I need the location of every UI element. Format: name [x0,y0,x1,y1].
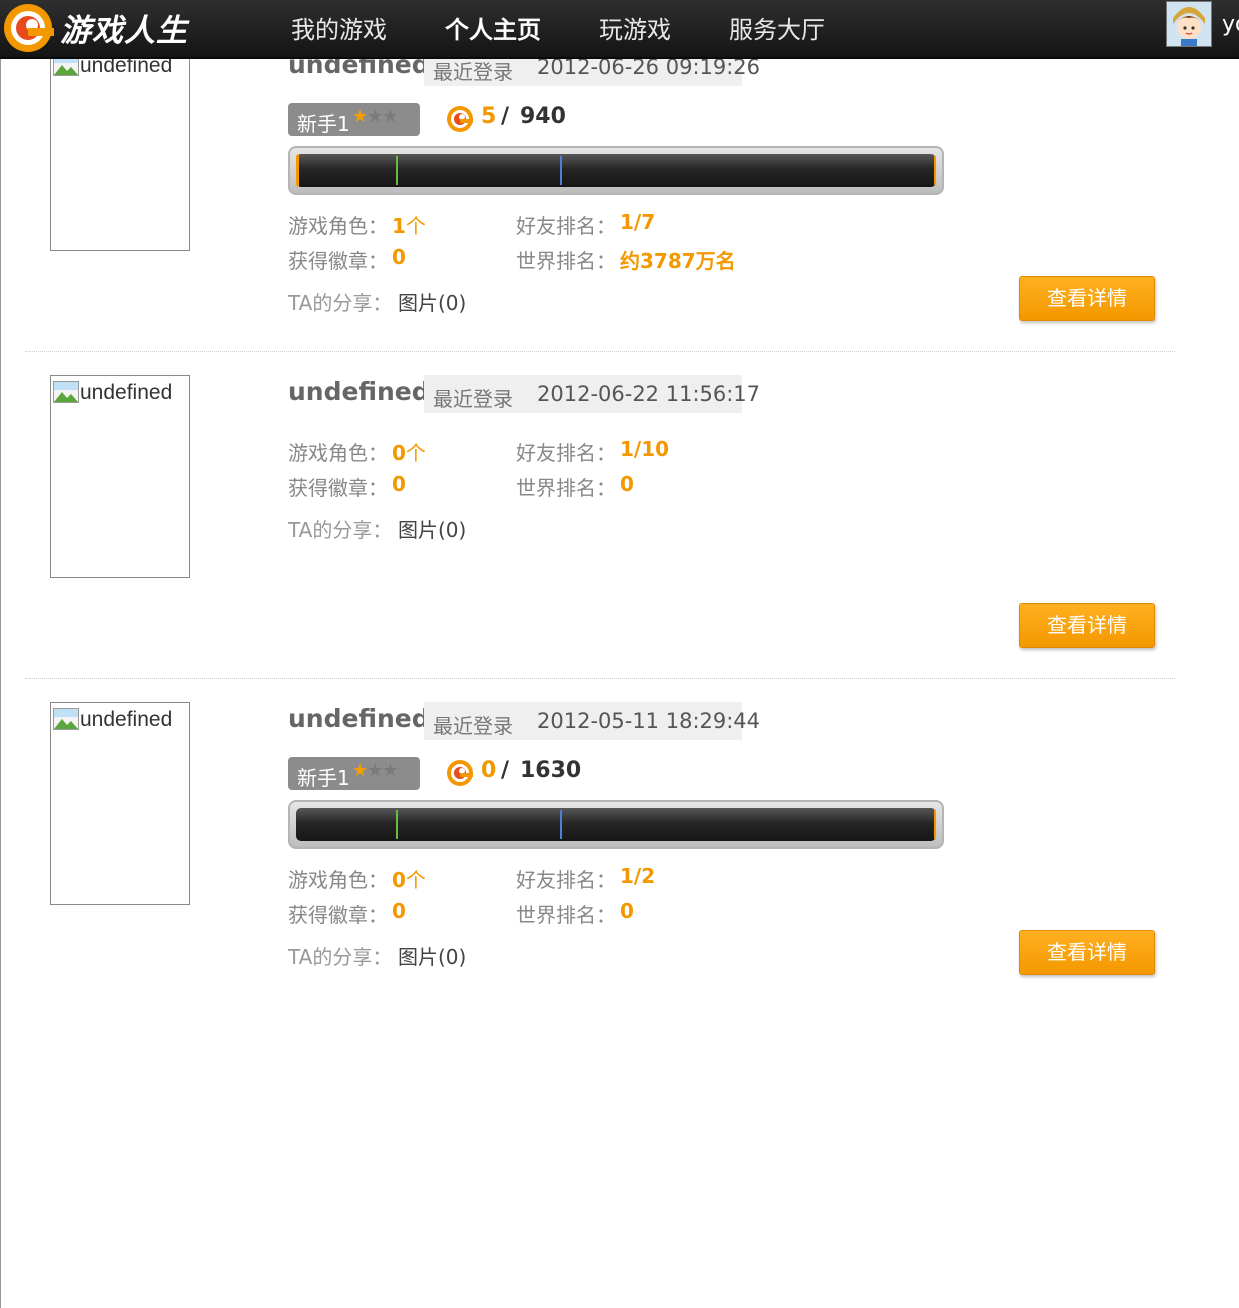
share-link[interactable]: 图片(0) [398,514,466,543]
nav-profile[interactable]: 个人主页 [445,10,541,45]
score-total: 940 [520,104,566,129]
view-details-button[interactable]: 查看详情 [1019,276,1155,321]
progress-track [296,808,936,841]
roles-label: 游戏角色： [288,441,388,465]
world-rank-label: 世界排名： [516,249,616,273]
share-label: TA的分享： [288,291,393,315]
item-divider [25,678,1175,679]
last-login-time: 2012-05-11 18:29:44 [537,709,761,733]
world-rank-label: 世界排名： [516,903,616,927]
game-name[interactable]: undefined [288,704,430,733]
friend-rank-label: 好友排名： [516,868,616,892]
star-icon: ★ [352,760,368,781]
badges-label: 获得徽章： [288,903,388,927]
world-rank-value: 0 [620,472,634,496]
last-login-label: 最近登录 [433,60,513,84]
friend-rank-value: 1/7 [620,210,656,234]
broken-image-icon [53,708,79,730]
item-divider [25,351,1175,352]
star-icon: ★ [382,106,398,127]
level-text: 新手1 [297,112,350,136]
nav-play-games[interactable]: 玩游戏 [599,10,671,45]
last-login-label: 最近登录 [433,387,513,411]
world-rank-value: 0 [620,899,634,923]
coin-icon [447,760,473,786]
badges-label: 获得徽章： [288,476,388,500]
nav-service-hall[interactable]: 服务大厅 [729,10,825,45]
share-label: TA的分享： [288,518,393,542]
progress-end-marker [934,810,936,839]
world-rank-value: 约3787万名 [620,249,736,273]
friend-rank-label: 好友排名： [516,441,616,465]
progress-bar [288,146,944,195]
score-total: 1630 [520,758,582,783]
star-icon: ★ [367,760,383,781]
star-icon: ★ [352,106,368,127]
progress-track [296,154,936,187]
badges-value: 0 [392,472,406,496]
game-name[interactable]: undefined [288,377,430,406]
share-link[interactable]: 图片(0) [398,941,466,970]
friend-rank-value: 1/10 [620,437,670,461]
coin-icon [447,106,473,132]
world-rank-label: 世界排名： [516,476,616,500]
share-label: TA的分享： [288,945,393,969]
star-rating: ★★★ [352,106,398,127]
game-thumbnail[interactable]: undefined [50,702,190,905]
view-details-button[interactable]: 查看详情 [1019,603,1155,648]
score-current: 0 [481,758,497,783]
score-separator: / [501,104,510,129]
level-text: 新手1 [297,766,350,790]
roles-label: 游戏角色： [288,868,388,892]
star-rating: ★★★ [352,760,398,781]
logo-icon[interactable] [2,2,54,54]
progress-marker [396,810,398,839]
broken-image-icon [53,381,79,403]
thumbnail-alt-text: undefined [80,708,173,731]
game-item: undefined undefined 最近登录 2012-06-26 09:1… [0,24,1239,351]
friend-rank-value: 1/2 [620,864,656,888]
badges-label: 获得徽章： [288,249,388,273]
progress-end-marker [934,156,936,185]
badges-value: 0 [392,245,406,269]
progress-fill [296,154,300,187]
progress-marker [560,156,562,185]
score-separator: / [501,758,510,783]
friend-rank-label: 好友排名： [516,214,616,238]
game-item: undefined undefined 最近登录 2012-06-22 11:5… [0,351,1239,678]
last-login-label: 最近登录 [433,714,513,738]
roles-value: 0个 [392,868,426,892]
user-name[interactable]: yo [1222,12,1239,37]
roles-label: 游戏角色： [288,214,388,238]
roles-value: 0个 [392,441,426,465]
thumbnail-alt-text: undefined [80,381,173,404]
user-avatar[interactable] [1166,1,1212,47]
star-icon: ★ [382,760,398,781]
share-link[interactable]: 图片(0) [398,287,466,316]
avatar-icon [1167,2,1211,46]
badges-value: 0 [392,899,406,923]
progress-bar [288,800,944,849]
last-login-time: 2012-06-22 11:56:17 [537,382,761,406]
star-icon: ★ [367,106,383,127]
progress-marker [560,810,562,839]
view-details-button[interactable]: 查看详情 [1019,930,1155,975]
roles-value: 1个 [392,214,426,238]
nav-my-games[interactable]: 我的游戏 [291,10,387,45]
top-nav-bar: 游戏人生 我的游戏 个人主页 玩游戏 服务大厅 yo [0,0,1239,59]
game-thumbnail[interactable]: undefined [50,48,190,251]
game-thumbnail[interactable]: undefined [50,375,190,578]
game-item: undefined undefined 最近登录 2012-05-11 18:2… [0,678,1239,1005]
logo-text[interactable]: 游戏人生 [60,5,188,50]
score-current: 5 [481,104,497,129]
progress-marker [396,156,398,185]
